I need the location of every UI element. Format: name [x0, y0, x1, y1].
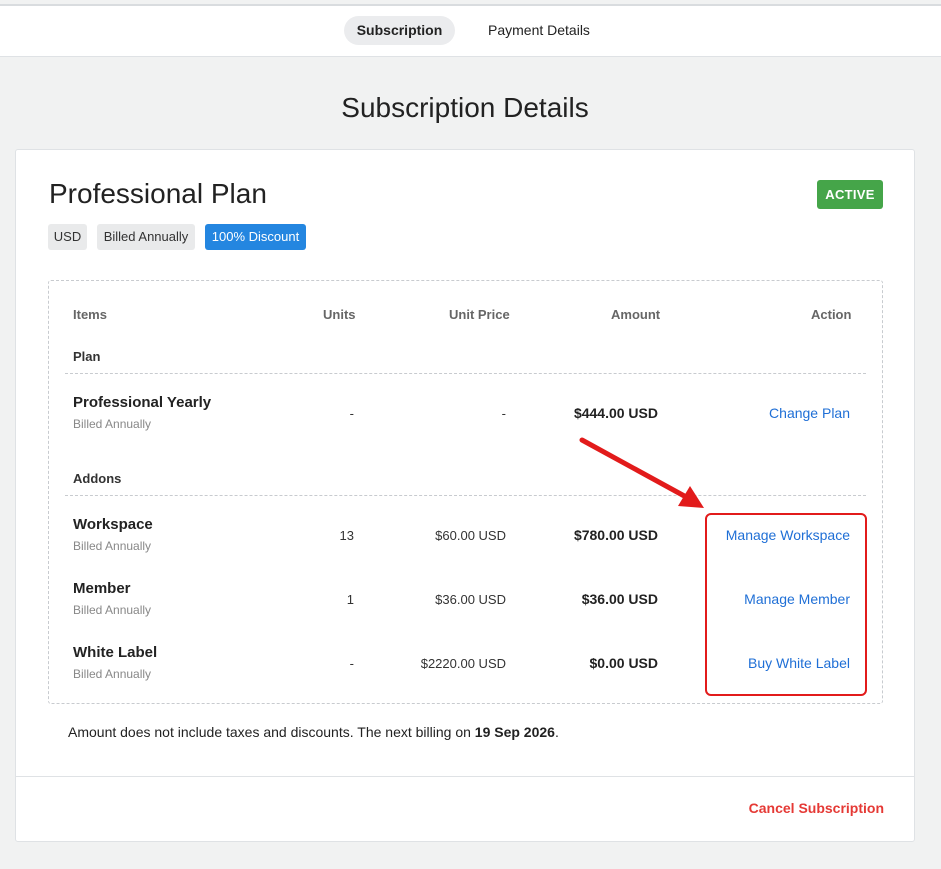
plan-name: Professional Plan: [49, 178, 267, 209]
header-unit-price: Unit Price: [449, 307, 510, 322]
item-billing: Billed Annually: [73, 603, 152, 617]
table-row: Professional Yearly Billed Annually - - …: [49, 394, 882, 444]
tab-bar: Subscription Payment Details: [0, 6, 941, 57]
item-units: 13: [339, 528, 354, 543]
item-amount: $36.00 USD: [581, 591, 658, 607]
annotation-highlight-box: [705, 513, 867, 696]
discount-chip: 100% Discount: [205, 224, 306, 250]
billing-chip: Billed Annually: [97, 224, 195, 250]
item-name: White Label: [73, 644, 158, 661]
divider: [65, 495, 866, 496]
item-units: 1: [346, 592, 354, 607]
item-amount: $0.00 USD: [589, 655, 658, 671]
item-unit-price: $2220.00 USD: [420, 656, 506, 671]
change-plan-link[interactable]: Change Plan: [769, 405, 850, 421]
item-units: -: [349, 406, 354, 421]
item-name: Workspace: [73, 516, 153, 533]
page-title: Subscription Details: [341, 92, 589, 123]
item-unit-price: $60.00 USD: [435, 528, 506, 543]
section-plan-label: Plan: [73, 349, 101, 364]
item-billing: Billed Annually: [73, 667, 152, 681]
footer-divider: [16, 776, 914, 777]
currency-chip: USD: [48, 224, 87, 250]
header-items: Items: [73, 307, 107, 322]
item-units: -: [349, 656, 354, 671]
next-billing-date: 19 Sep 2026: [474, 724, 555, 740]
item-amount: $444.00 USD: [573, 405, 658, 421]
item-name: Professional Yearly: [73, 394, 212, 411]
item-amount: $780.00 USD: [573, 527, 658, 543]
header-units: Units: [323, 307, 356, 322]
annotation-arrow-icon: [579, 437, 704, 508]
billing-note: Amount does not include taxes and discou…: [68, 724, 559, 740]
cancel-subscription-link[interactable]: Cancel Subscription: [749, 800, 884, 816]
item-unit-price: $36.00 USD: [435, 592, 506, 607]
header-amount: Amount: [611, 307, 661, 322]
item-name: Member: [73, 580, 131, 597]
item-billing: Billed Annually: [73, 539, 152, 553]
billing-note-text: Amount does not include taxes and discou…: [68, 724, 475, 740]
tab-subscription[interactable]: Subscription: [344, 16, 455, 45]
item-billing: Billed Annually: [73, 417, 152, 431]
item-unit-price: -: [501, 406, 506, 421]
billing-note-end: .: [554, 724, 559, 740]
status-badge: ACTIVE: [817, 180, 883, 209]
section-addons-label: Addons: [73, 471, 122, 486]
divider: [65, 373, 866, 374]
tab-payment-details[interactable]: Payment Details: [472, 16, 606, 45]
header-action: Action: [811, 307, 852, 322]
subscription-card: Professional Plan ACTIVE USD Billed Annu…: [15, 149, 915, 842]
